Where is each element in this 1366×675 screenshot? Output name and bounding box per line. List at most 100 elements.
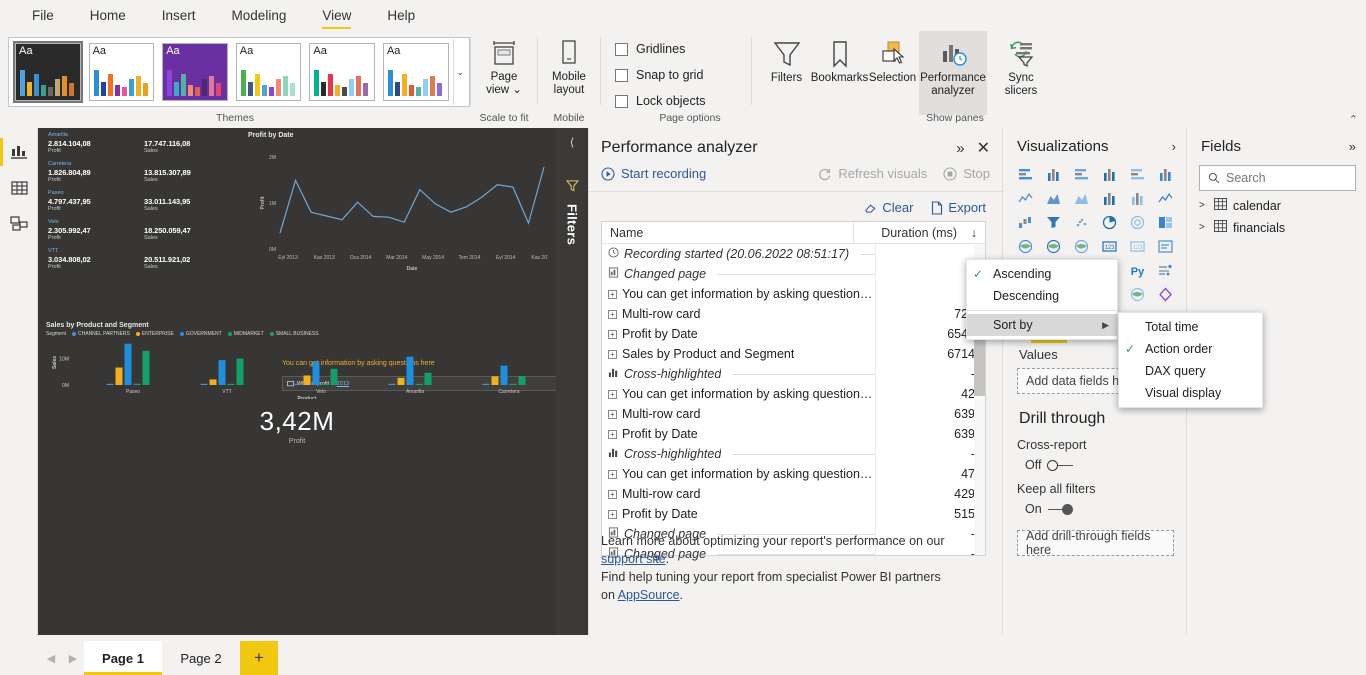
pane-button-performance-analyzer[interactable]: Performance analyzer	[919, 31, 987, 115]
ribbon-tab-modeling[interactable]: Modeling	[214, 0, 305, 31]
python-visual-icon[interactable]: Py	[1124, 259, 1150, 281]
bar[interactable]	[406, 356, 414, 385]
mobile-layout-button[interactable]: Mobile layout	[538, 31, 600, 97]
theme-teal-theme[interactable]: Aa	[309, 43, 375, 101]
filled-map-icon[interactable]	[1041, 235, 1067, 257]
table-row[interactable]: Changed page	[602, 264, 985, 284]
chevron-right-icon[interactable]: ›	[1172, 139, 1176, 154]
table-row[interactable]: + Profit by Date 6541	[602, 324, 985, 344]
clustered-bar-chart-icon[interactable]	[1069, 163, 1095, 185]
drill-through-drop-area[interactable]: Add drill-through fields here	[1017, 529, 1174, 557]
card-icon[interactable]: 123	[1097, 235, 1123, 257]
bar[interactable]	[415, 383, 423, 385]
close-icon[interactable]: ✕	[977, 138, 990, 158]
get-more-visuals-icon[interactable]	[1152, 283, 1178, 305]
bar[interactable]	[330, 368, 338, 385]
double-chevron-right-icon[interactable]: »	[1349, 139, 1356, 154]
line-chart-icon[interactable]	[1013, 187, 1039, 209]
expand-icon[interactable]: +	[608, 389, 617, 399]
visual-multi-row-card[interactable]: Amarilla 2.814.104,08 Profit 17.747.116,08…	[40, 128, 240, 280]
ribbon-chart-icon[interactable]	[1152, 187, 1178, 209]
cross-report-toggle[interactable]	[1047, 459, 1074, 471]
sidebar-item-data-view[interactable]	[0, 170, 38, 206]
field-item-financials[interactable]: > financials	[1187, 213, 1366, 235]
bar[interactable]	[209, 379, 217, 385]
table-row[interactable]: + You can get information by asking quest…	[602, 284, 985, 304]
cross-report-toggle-row[interactable]: Off	[1003, 452, 1186, 472]
themes-gallery[interactable]: Aa Aa Aa Aa Aa Aa ⌄	[8, 37, 470, 107]
page-tab-page-1[interactable]: Page 1	[84, 641, 162, 675]
sort-by-submenu[interactable]: Total time ✓ Action order DAX query Visual d…	[1118, 312, 1263, 408]
table-row[interactable]: Cross-highlighted -	[602, 444, 985, 464]
bar[interactable]	[200, 383, 208, 385]
ribbon-tab-file[interactable]: File	[14, 0, 72, 31]
bar[interactable]	[218, 360, 226, 385]
support-site-link[interactable]: support site	[601, 552, 666, 566]
table-row[interactable]: + You can get information by asking quest…	[602, 384, 985, 404]
bar[interactable]	[312, 361, 320, 385]
azure-map-icon[interactable]	[1069, 235, 1095, 257]
line-stacked-column-icon[interactable]	[1097, 187, 1123, 209]
add-page-button[interactable]: +	[240, 641, 278, 675]
sidebar-item-model-view[interactable]	[0, 206, 38, 242]
submenu-item-dax-query[interactable]: DAX query	[1119, 360, 1262, 382]
stacked-bar-chart-icon[interactable]	[1013, 163, 1039, 185]
expand-icon[interactable]: +	[608, 469, 617, 479]
column-header-name[interactable]: Name	[602, 226, 853, 240]
bar[interactable]	[482, 383, 490, 385]
bar[interactable]	[133, 383, 141, 385]
checkbox-gridlines[interactable]: Gridlines	[615, 37, 705, 61]
menu-item-descending[interactable]: Descending	[967, 285, 1117, 307]
waterfall-chart-icon[interactable]	[1013, 211, 1039, 233]
bar[interactable]	[124, 343, 132, 385]
100-stacked-column-chart-icon[interactable]	[1152, 163, 1178, 185]
performance-analyzer-table[interactable]: Name Duration (ms) ↓ Recording started (…	[601, 221, 986, 564]
table-row[interactable]: + Profit by Date 639	[602, 424, 985, 444]
expand-icon[interactable]: +	[608, 329, 617, 339]
page-view-button[interactable]: Page view ⌄	[471, 31, 537, 97]
ribbon-tab-insert[interactable]: Insert	[144, 0, 214, 31]
report-canvas[interactable]: Amarilla 2.814.104,08 Profit 17.747.116,08…	[38, 128, 556, 635]
refresh-visuals-button[interactable]: Refresh visuals	[818, 166, 927, 181]
100-stacked-bar-chart-icon[interactable]	[1124, 163, 1150, 185]
table-row[interactable]: Cross-highlighted -	[602, 364, 985, 384]
sort-arrow-icon[interactable]: ↓	[963, 226, 985, 240]
keep-all-filters-toggle[interactable]	[1047, 503, 1074, 515]
treemap-icon[interactable]	[1152, 211, 1178, 233]
chevron-up-icon[interactable]: ⌃	[1349, 113, 1358, 126]
checkbox-box[interactable]	[615, 94, 628, 108]
bar[interactable]	[227, 383, 235, 385]
table-row[interactable]: + Profit by Date 515	[602, 504, 985, 524]
bar[interactable]	[388, 383, 396, 385]
table-row[interactable]: + Sales by Product and Segment 6714	[602, 344, 985, 364]
field-item-calendar[interactable]: > calendar	[1187, 191, 1366, 213]
report-page-surface[interactable]: Amarilla 2.814.104,08 Profit 17.747.116,08…	[38, 128, 556, 635]
chevron-right-icon[interactable]: ▶	[62, 641, 84, 675]
expand-icon[interactable]: +	[608, 429, 617, 439]
start-recording-button[interactable]: Start recording	[601, 166, 706, 181]
bar[interactable]	[509, 383, 517, 385]
expand-icon[interactable]: +	[608, 309, 617, 319]
arcgis-map-icon[interactable]	[1124, 283, 1150, 305]
bar[interactable]	[321, 383, 329, 385]
donut-chart-icon[interactable]	[1124, 211, 1150, 233]
pie-chart-icon[interactable]	[1097, 211, 1123, 233]
clear-button[interactable]: Clear	[864, 200, 913, 215]
area-chart-icon[interactable]	[1041, 187, 1067, 209]
table-row[interactable]: + Multi-row card 724	[602, 304, 985, 324]
double-chevron-right-icon[interactable]: »	[956, 140, 964, 157]
stacked-column-chart-icon[interactable]	[1041, 163, 1067, 185]
theme-dark-theme[interactable]: Aa	[13, 41, 83, 103]
sidebar-item-report-view[interactable]	[0, 134, 38, 170]
checkbox-lock-objects[interactable]: Lock objects	[615, 89, 705, 113]
bar[interactable]	[236, 358, 244, 385]
ribbon-tab-help[interactable]: Help	[369, 0, 433, 31]
table-row[interactable]: + Multi-row card 639	[602, 404, 985, 424]
checkbox-snap-to-grid[interactable]: Snap to grid	[615, 63, 705, 87]
expand-icon[interactable]: +	[608, 409, 617, 419]
pane-button-bookmarks[interactable]: Bookmarks	[811, 31, 868, 85]
expand-icon[interactable]: +	[608, 509, 617, 519]
appsource-link[interactable]: AppSource	[618, 588, 680, 602]
bar[interactable]	[500, 365, 508, 385]
bar[interactable]	[142, 350, 150, 385]
